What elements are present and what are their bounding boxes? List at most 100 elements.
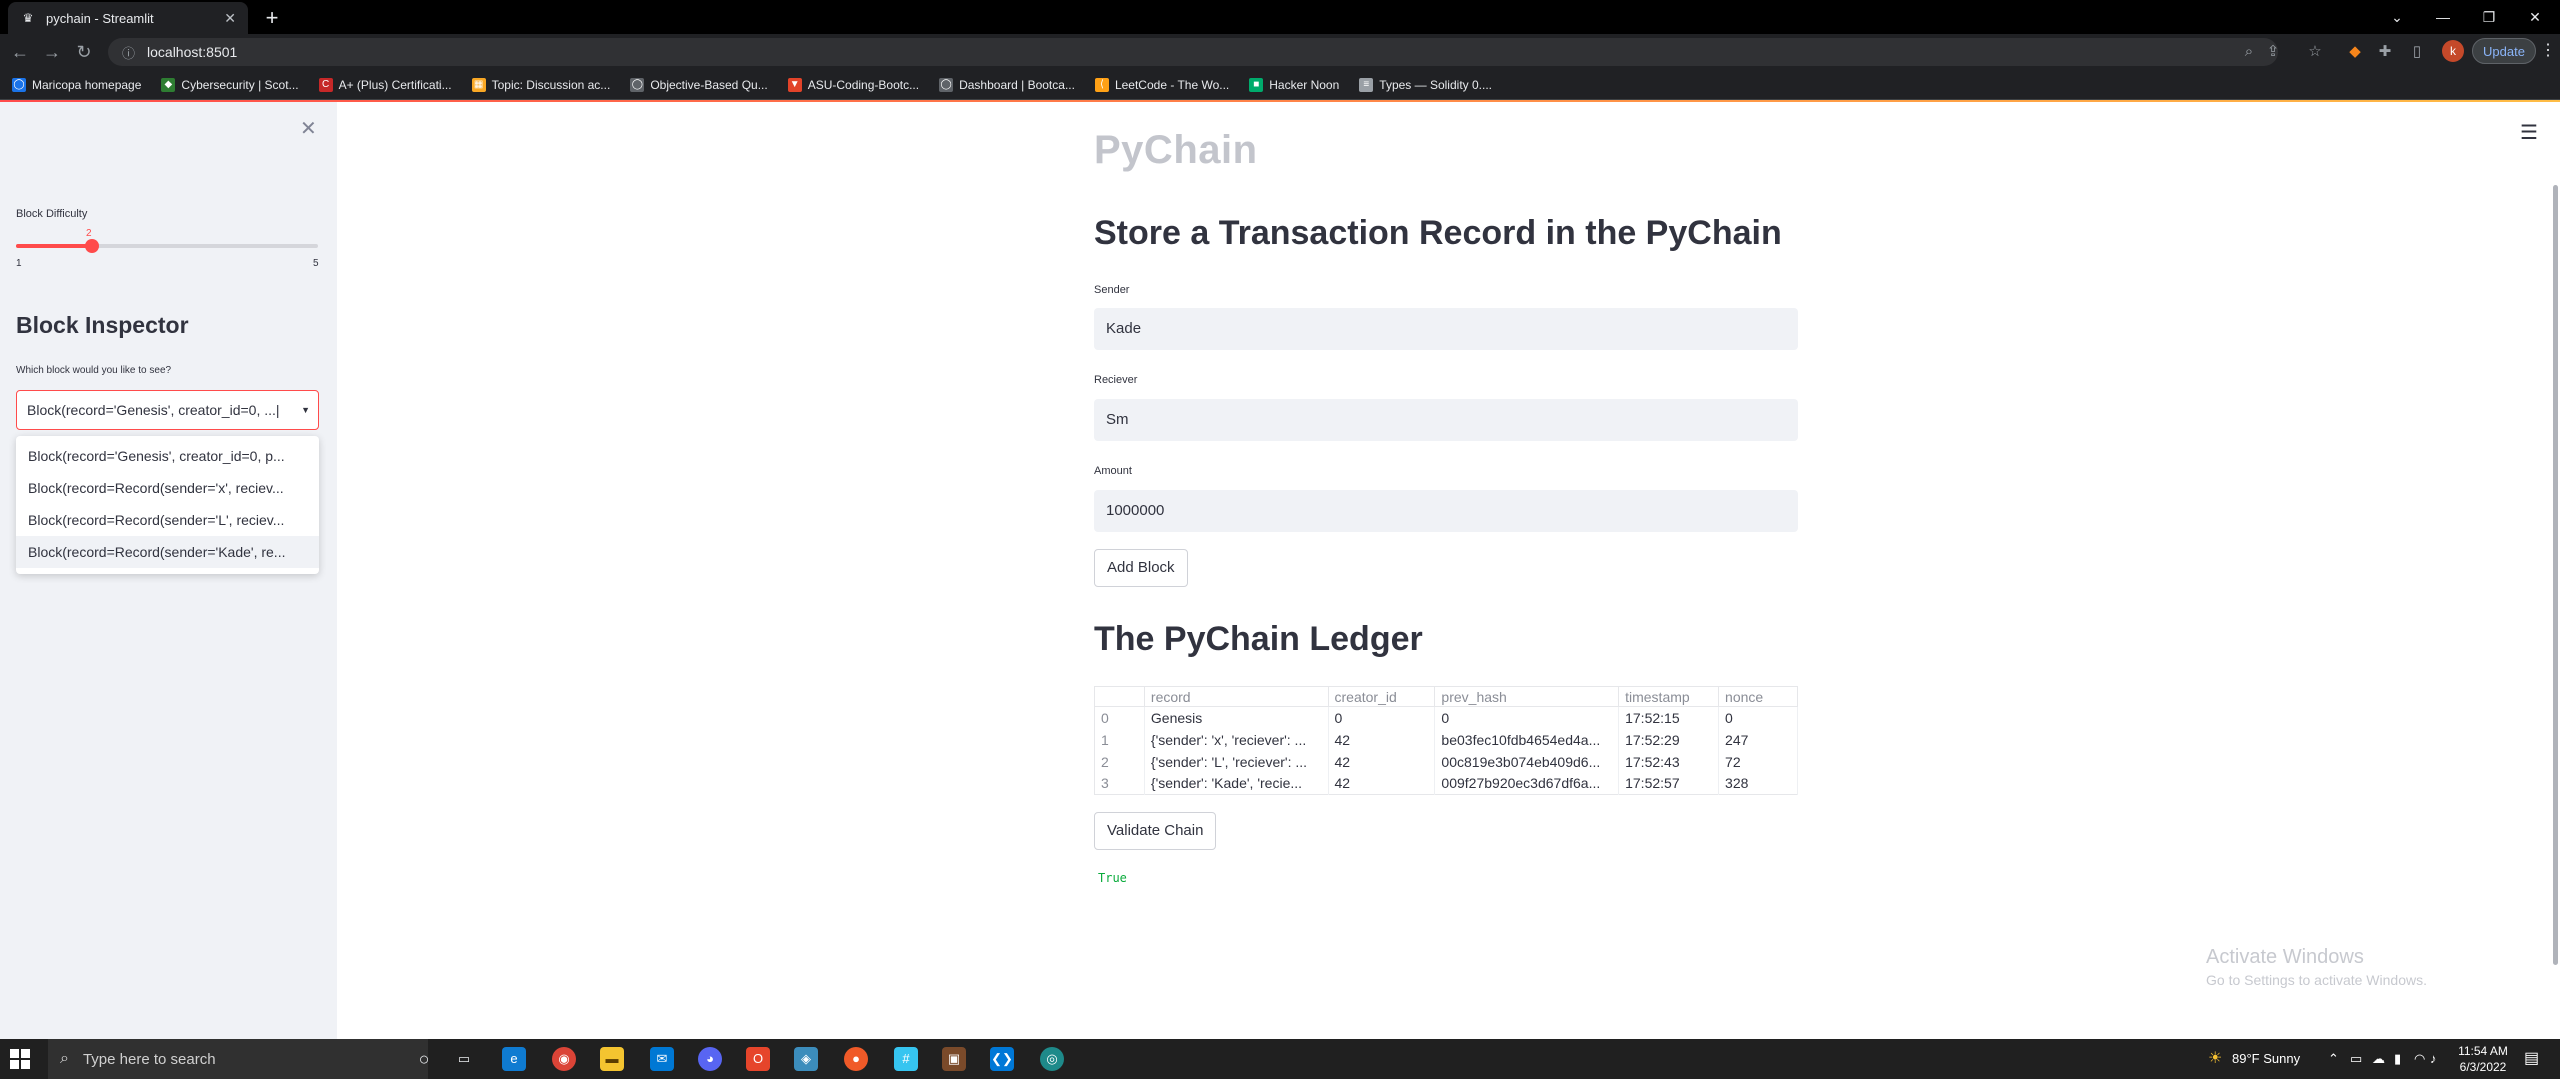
tray-chevron-icon[interactable]: ⌃ (2328, 1039, 2339, 1079)
column-header[interactable] (1094, 686, 1145, 707)
sender-input[interactable]: Kade (1094, 308, 1798, 350)
cell-creator-id[interactable]: 42 (1328, 772, 1436, 795)
tab-close-icon[interactable]: ✕ (224, 10, 236, 27)
bookmark-item[interactable]: ■ Hacker Noon (1249, 77, 1339, 92)
cell-timestamp[interactable]: 17:52:15 (1618, 706, 1720, 729)
app-icon[interactable]: ◈ (794, 1047, 818, 1071)
bookmark-item[interactable]: ◯ Dashboard | Bootca... (939, 77, 1075, 92)
amount-input[interactable]: 1000000 (1094, 490, 1798, 532)
cell-prev-hash[interactable]: 00c819e3b074eb409d6... (1434, 750, 1620, 773)
scrollbar[interactable] (2553, 185, 2558, 965)
column-header[interactable]: nonce (1718, 686, 1798, 707)
dropdown-option[interactable]: Block(record=Record(sender='x', reciev..… (16, 472, 319, 504)
receiver-input[interactable]: Sm (1094, 399, 1798, 441)
cell-creator-id[interactable]: 42 (1328, 728, 1436, 751)
ledger-table[interactable]: record creator_id prev_hash timestamp no… (1094, 686, 1798, 795)
task-view-icon[interactable]: ▭ (452, 1047, 476, 1071)
add-block-button[interactable]: Add Block (1094, 549, 1188, 587)
extensions-icon[interactable]: ✚ (2374, 41, 2396, 63)
share-icon[interactable]: ⇪ (2262, 41, 2284, 63)
bookmark-star-icon[interactable]: ☆ (2304, 41, 2326, 63)
cell-timestamp[interactable]: 17:52:57 (1618, 772, 1720, 795)
battery-icon[interactable]: ▮ (2394, 1039, 2401, 1079)
bookmark-item[interactable]: ▦ Topic: Discussion ac... (471, 77, 610, 92)
network-icon[interactable]: ▭ (2350, 1039, 2362, 1079)
cell-prev-hash[interactable]: be03fec10fdb4654ed4a... (1434, 728, 1620, 751)
window-close-icon[interactable]: ✕ (2512, 0, 2558, 34)
edge-icon[interactable]: e (502, 1047, 526, 1071)
cell-record[interactable]: Genesis (1144, 706, 1329, 729)
bookmark-item[interactable]: ◯ Maricopa homepage (12, 77, 141, 92)
sidebar-close-icon[interactable]: ✕ (300, 116, 317, 141)
zoom-icon[interactable]: ⌕ (2238, 41, 2260, 63)
profile-avatar[interactable]: k (2442, 40, 2464, 62)
cell-record[interactable]: {'sender': 'L', 'reciever': ... (1144, 750, 1329, 773)
browser-menu-icon[interactable]: ⋮ (2540, 40, 2556, 60)
cell-creator-id[interactable]: 42 (1328, 750, 1436, 773)
weather-text[interactable]: 89°F Sunny (2232, 1039, 2300, 1079)
taskbar-search[interactable]: ⌕ Type here to search (48, 1039, 428, 1079)
side-panel-icon[interactable]: ▯ (2406, 41, 2428, 63)
bookmark-item[interactable]: ◯ Objective-Based Qu... (630, 77, 768, 92)
system-clock[interactable]: 11:54 AM 6/3/2022 (2448, 1043, 2518, 1075)
office-icon[interactable]: O (746, 1047, 770, 1071)
cell-nonce[interactable]: 0 (1718, 706, 1798, 729)
dropdown-option[interactable]: Block(record=Record(sender='Kade', re... (16, 536, 319, 568)
chrome-icon[interactable]: ◉ (552, 1047, 576, 1071)
receiver-label: Reciever (1094, 374, 1138, 386)
block-select[interactable]: Block(record='Genesis', creator_id=0, ..… (16, 390, 319, 430)
file-explorer-icon[interactable]: ▬ (600, 1047, 624, 1071)
notification-icon[interactable]: ▤ (2524, 1039, 2539, 1079)
wifi-icon[interactable]: ◠ (2414, 1039, 2425, 1079)
cell-prev-hash[interactable]: 009f27b920ec3d67df6a... (1434, 772, 1620, 795)
bookmark-item[interactable]: ⟨ LeetCode - The Wo... (1094, 77, 1229, 92)
new-tab-icon[interactable]: + (258, 4, 286, 32)
column-header[interactable]: creator_id (1328, 686, 1436, 707)
cell-timestamp[interactable]: 17:52:29 (1618, 728, 1720, 751)
app-icon[interactable]: ▣ (942, 1047, 966, 1071)
cloud-icon[interactable]: ☁ (2372, 1039, 2385, 1079)
cell-timestamp[interactable]: 17:52:43 (1618, 750, 1720, 773)
browser-tab[interactable]: ♛ pychain - Streamlit ✕ (8, 2, 248, 34)
minimize-icon[interactable]: — (2420, 0, 2466, 34)
cell-prev-hash[interactable]: 0 (1434, 706, 1620, 729)
app-icon[interactable]: ◎ (1040, 1047, 1064, 1071)
cortana-icon[interactable]: ○ (412, 1047, 436, 1071)
cell-record[interactable]: {'sender': 'x', 'reciever': ... (1144, 728, 1329, 751)
slack-icon[interactable]: # (894, 1047, 918, 1071)
forward-icon[interactable]: → (38, 38, 66, 66)
bookmark-item[interactable]: ▼ ASU-Coding-Bootc... (787, 77, 919, 92)
bookmark-item[interactable]: ◆ Cybersecurity | Scot... (161, 77, 299, 92)
tab-search-icon[interactable]: ⌄ (2374, 0, 2420, 34)
cell-nonce[interactable]: 328 (1718, 772, 1798, 795)
slider-thumb[interactable] (84, 239, 99, 253)
cell-nonce[interactable]: 72 (1718, 750, 1798, 773)
bookmark-item[interactable]: ≡ Types — Solidity 0.... (1359, 77, 1492, 92)
volume-icon[interactable]: ♪ (2430, 1039, 2437, 1079)
bookmark-item[interactable]: C A+ (Plus) Certificati... (318, 77, 452, 92)
site-info-icon[interactable]: ⓘ (122, 43, 135, 62)
cell-nonce[interactable]: 247 (1718, 728, 1798, 751)
cell-record[interactable]: {'sender': 'Kade', 'recie... (1144, 772, 1329, 795)
mail-icon[interactable]: ✉ (650, 1047, 674, 1071)
address-bar[interactable]: ⓘ localhost:8501 (108, 38, 2278, 66)
restore-icon[interactable]: ❐ (2466, 0, 2512, 34)
reload-icon[interactable]: ↻ (70, 38, 98, 66)
metamask-extension-icon[interactable]: ◆ (2344, 41, 2366, 63)
back-icon[interactable]: ← (6, 38, 34, 66)
difficulty-slider[interactable] (16, 239, 318, 253)
column-header[interactable]: timestamp (1618, 686, 1720, 707)
main-menu-icon[interactable]: ☰ (2520, 120, 2538, 145)
update-button[interactable]: Update (2472, 38, 2536, 64)
vscode-icon[interactable]: ❮❯ (990, 1047, 1014, 1071)
app-icon[interactable]: ● (844, 1047, 868, 1071)
discord-icon[interactable]: ◕ (698, 1047, 722, 1071)
dropdown-option[interactable]: Block(record='Genesis', creator_id=0, p.… (16, 440, 319, 472)
column-header[interactable]: record (1144, 686, 1329, 707)
validate-chain-button[interactable]: Validate Chain (1094, 812, 1217, 850)
dropdown-option[interactable]: Block(record=Record(sender='L', reciev..… (16, 504, 319, 536)
cell-creator-id[interactable]: 0 (1328, 706, 1436, 729)
weather-icon[interactable]: ☀ (2208, 1039, 2222, 1079)
column-header[interactable]: prev_hash (1434, 686, 1620, 707)
windows-start-icon[interactable] (10, 1049, 30, 1069)
